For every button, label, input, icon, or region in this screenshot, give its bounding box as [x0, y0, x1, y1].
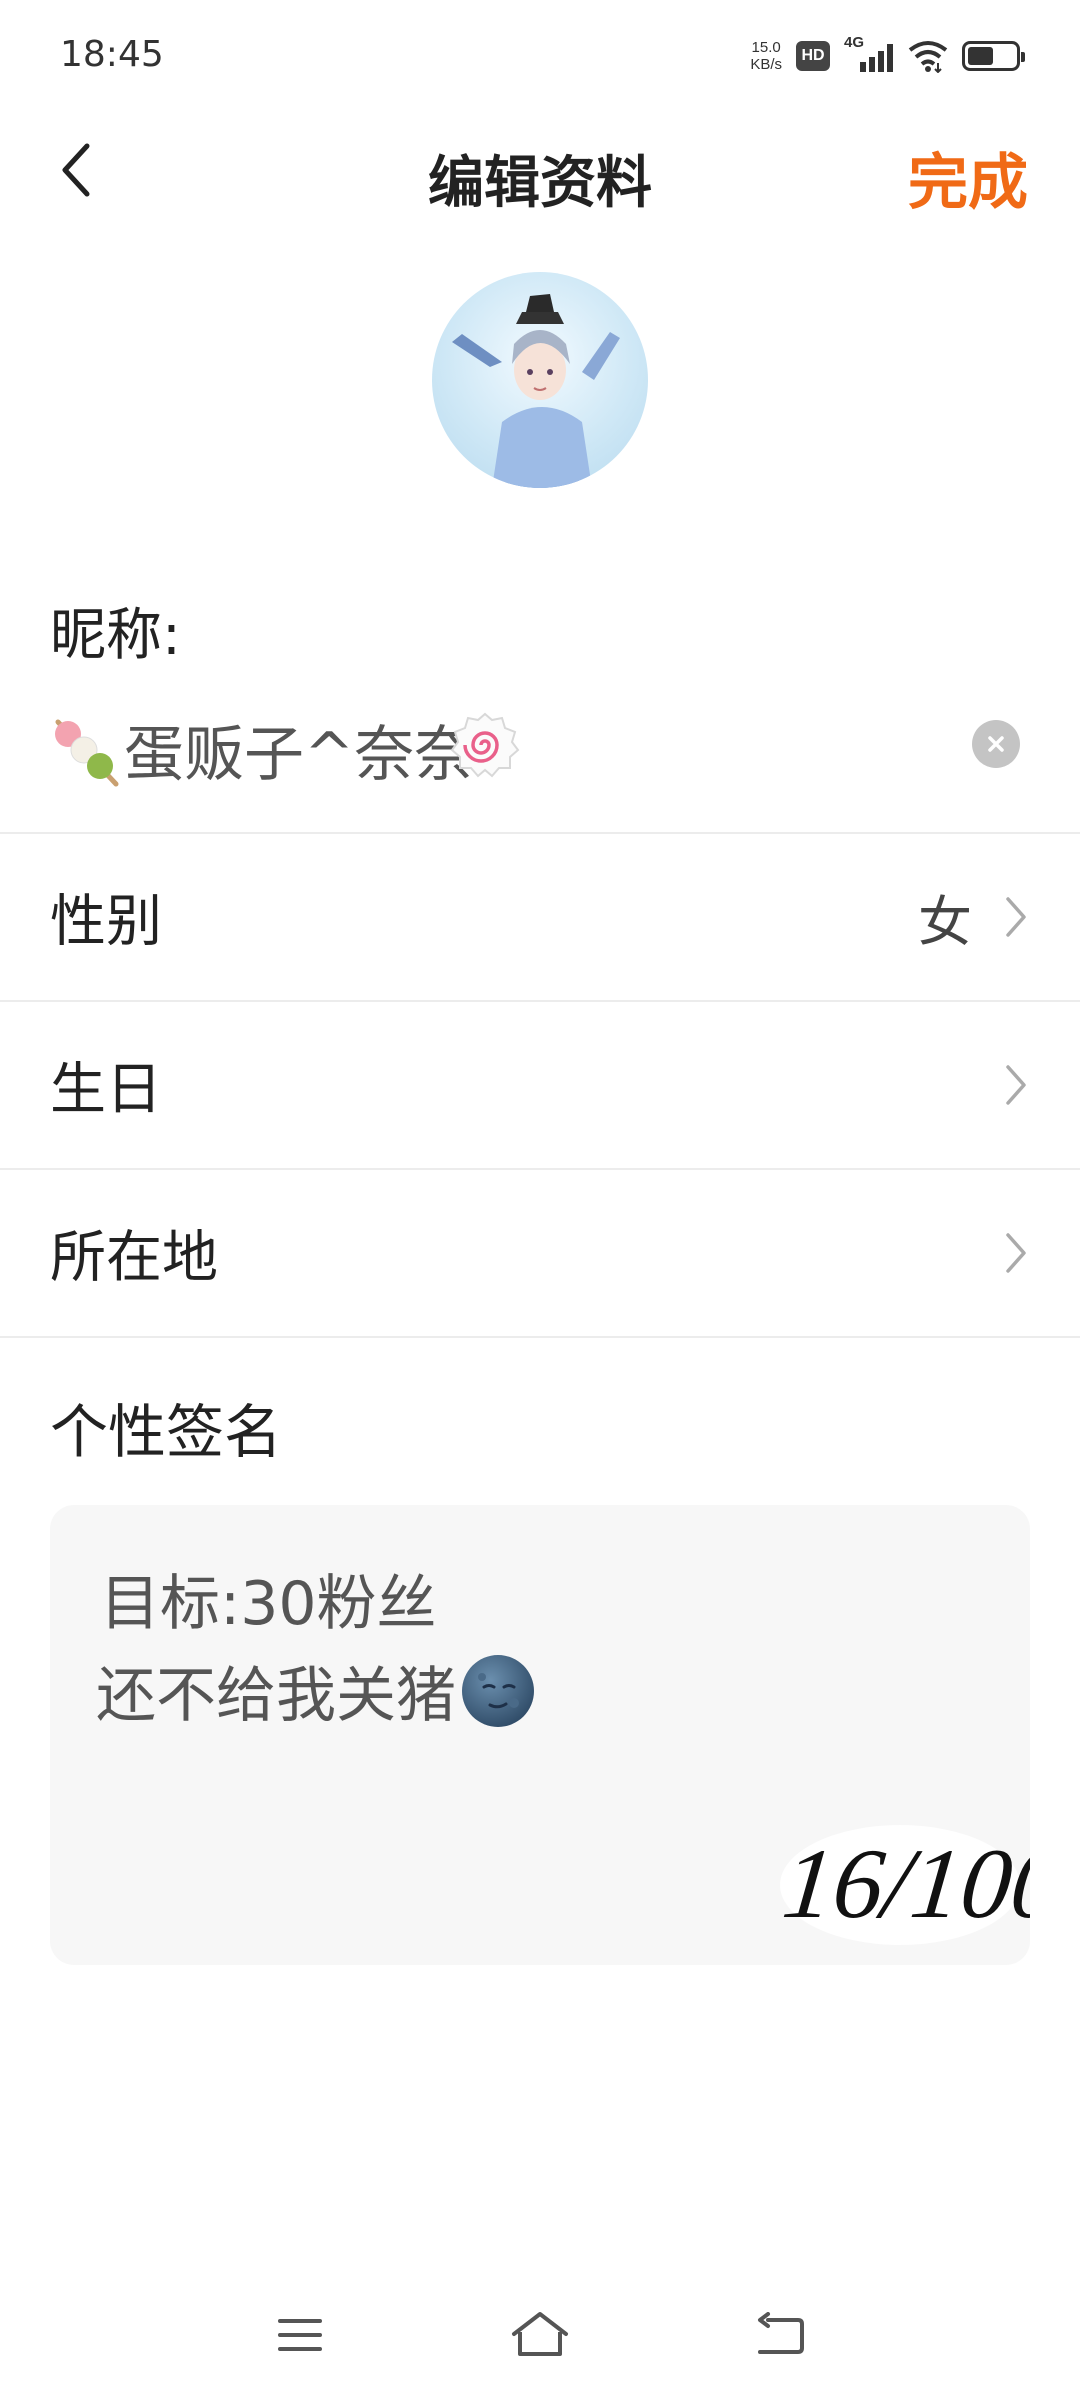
status-icons: 15.0 KB/s HD 4G — [750, 34, 1025, 76]
chevron-right-icon — [1006, 1233, 1026, 1273]
done-button[interactable]: 完成 — [908, 134, 1028, 221]
chevron-right-icon — [1006, 1065, 1026, 1105]
nickname-label: 昵称: — [50, 603, 181, 668]
back-nav-button[interactable] — [740, 2300, 820, 2370]
gender-value: 女 — [918, 890, 972, 954]
battery-level — [968, 47, 994, 65]
birthday-row[interactable]: 生日 — [0, 1002, 1080, 1168]
location-label: 所在地 — [50, 1225, 218, 1291]
close-icon — [988, 736, 1004, 752]
character-count-text: 16/100 — [778, 1828, 1030, 1939]
character-counter: 16/100 — [778, 1825, 1030, 1945]
fish-cake-icon — [450, 712, 520, 778]
clear-nickname-button[interactable] — [972, 720, 1020, 768]
home-button[interactable] — [500, 2300, 580, 2370]
status-time: 18:45 — [60, 34, 164, 75]
cellular-signal-icon: 4G — [844, 34, 894, 74]
signature-label: 个性签名 — [50, 1398, 283, 1466]
nickname-field[interactable]: 蛋贩子^奈奈 — [0, 690, 1080, 832]
signature-line-2: 还不给我关猪 — [96, 1647, 536, 1734]
home-icon — [512, 2312, 568, 2356]
network-speed-value: 15.0 — [751, 39, 781, 56]
new-moon-face-icon — [462, 1654, 534, 1727]
avatar-image — [452, 294, 620, 488]
gender-label: 性别 — [50, 889, 162, 955]
gender-row[interactable]: 性别 女 — [0, 834, 1080, 1000]
avatar[interactable] — [432, 272, 648, 488]
signature-line-2-text: 还不给我关猪 — [96, 1661, 456, 1731]
birthday-label: 生日 — [50, 1057, 162, 1123]
location-row[interactable]: 所在地 — [0, 1170, 1080, 1336]
divider — [0, 1336, 1080, 1338]
menu-icon — [278, 2319, 322, 2351]
menu-button[interactable] — [260, 2300, 340, 2370]
network-speed-unit: KB/s — [750, 56, 782, 73]
system-nav-bar — [0, 2280, 1080, 2390]
status-bar: 18:45 15.0 KB/s HD 4G — [0, 0, 1080, 110]
signature-textarea[interactable]: 目标:30粉丝 还不给我关猪 16/100 — [50, 1505, 1030, 1965]
chevron-right-icon — [1006, 897, 1026, 937]
dango-icon — [55, 719, 119, 787]
network-speed: 15.0 KB/s — [750, 39, 782, 73]
battery-icon — [962, 41, 1025, 71]
hd-icon: HD — [796, 41, 830, 71]
app-header: 编辑资料 完成 — [0, 110, 1080, 230]
back-icon — [758, 2312, 804, 2354]
wifi-icon — [908, 41, 948, 73]
signature-line-1: 目标:30粉丝 — [100, 1569, 437, 1639]
nickname-value: 蛋贩子^奈奈 — [124, 720, 475, 790]
